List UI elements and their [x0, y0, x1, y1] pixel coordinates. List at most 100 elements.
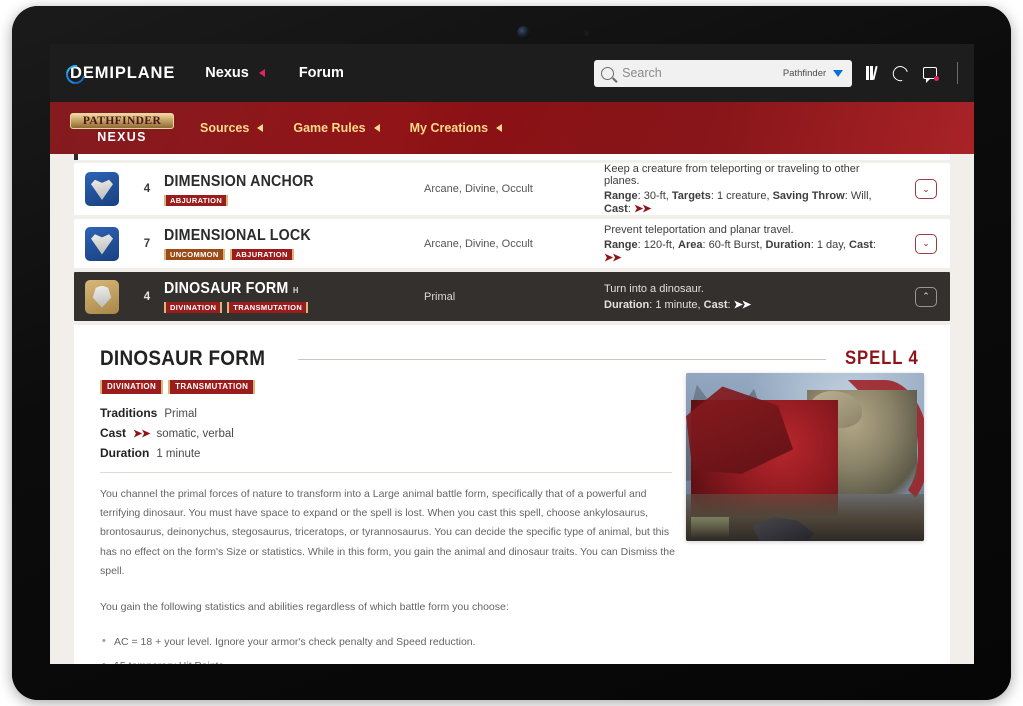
screen-viewport: DEMIPLANE Nexus Forum Search Pathfinder: [50, 44, 974, 664]
spell-level-label: SPELL 4: [845, 348, 919, 369]
spell-trait-badge: TRANSMUTATION: [227, 302, 309, 313]
spell-summary: Prevent teleportation and planar travel.…: [604, 219, 902, 268]
library-icon[interactable]: [866, 65, 879, 81]
spell-trait-badge: TRANSMUTATION: [168, 380, 256, 394]
spell-trait-badge: DIVINATION: [100, 380, 164, 394]
spell-traditions: Arcane, Divine, Occult: [424, 183, 533, 195]
summary-stats-line: Duration: 1 minute, Cast: ➤➤: [604, 298, 751, 311]
game-navigation-bar: PATHFINDER NEXUS Sources Game Rules My C…: [50, 102, 974, 154]
gamebar-item-game-rules-label: Game Rules: [293, 121, 366, 135]
desc-key: Duration: [604, 298, 650, 311]
spell-badges: ABJURATION: [164, 194, 424, 206]
stat-value: somatic, verbal: [156, 427, 234, 440]
chat-bubble-icon[interactable]: [923, 67, 939, 83]
desc-value: 1 minute,: [655, 298, 701, 311]
spell-detail-header: DINOSAUR FORM SPELL 4: [100, 347, 924, 371]
spell-summary: Turn into a dinosaur. Duration: 1 minute,…: [604, 272, 902, 321]
summary-stats-line: Range: 30-ft, Targets: 1 creature, Savin…: [604, 190, 872, 215]
nav-item-forum-label: Forum: [298, 65, 344, 81]
spell-name-cell: DIMENSION ANCHOR ABJURATION: [164, 163, 424, 215]
spell-statistics-list: AC = 18 + your level. Ignore your armor'…: [100, 632, 938, 664]
statistic-list-item: 15 temporary Hit Points.: [100, 656, 938, 664]
spell-description-body: You channel the primal forces of nature …: [100, 485, 675, 618]
front-camera-icon: [517, 26, 530, 39]
chevron-down-icon[interactable]: [833, 69, 844, 77]
spell-row[interactable]: 4 DIMENSION ANCHOR ABJURATION Arcane, Divin…: [74, 163, 950, 215]
spell-icon-cell: [74, 219, 130, 268]
caret-right-icon: [496, 124, 503, 132]
desc-value: 30-ft,: [643, 190, 669, 202]
desc-key: Duration: [765, 238, 811, 251]
nexus-logo-text: NEXUS: [97, 129, 147, 144]
search-input[interactable]: Search: [622, 66, 783, 80]
spell-badges: UNCOMMON ABJURATION: [164, 249, 424, 260]
desc-key: Cast: [703, 298, 728, 311]
loading-circle-icon[interactable]: [889, 63, 910, 83]
two-action-icon: ➤➤: [633, 203, 651, 215]
detail-divider: [100, 471, 672, 473]
spell-name-text: DIMENSION ANCHOR: [164, 172, 314, 190]
partial-row-above: [74, 154, 950, 160]
spell-name: DIMENSION ANCHOR: [164, 173, 403, 191]
two-action-icon: ➤➤: [604, 251, 621, 264]
demiplane-logo[interactable]: DEMIPLANE: [62, 60, 176, 88]
spell-row[interactable]: 4 DINOSAUR FORM H DIVINATION TRANSMUTATION Pr…: [74, 272, 950, 321]
gamebar-item-sources[interactable]: Sources: [200, 121, 264, 135]
stat-key: Duration: [100, 445, 150, 460]
spell-level: 4: [143, 290, 151, 303]
stat-key: Cast: [100, 425, 127, 440]
stat-value: Primal: [164, 407, 197, 420]
search-icon: [601, 66, 615, 80]
desc-value: 1 day,: [816, 238, 846, 251]
desc-value: 120-ft,: [643, 238, 675, 251]
two-action-icon: ➤➤: [733, 298, 751, 311]
spell-toggle-cell: ⌃: [902, 272, 950, 321]
demiplane-logo-text: DEMIPLANE: [70, 63, 176, 82]
spell-traditions: Primal: [424, 290, 456, 303]
nav-item-nexus-label: Nexus: [205, 65, 249, 81]
top-navigation-bar: DEMIPLANE Nexus Forum Search Pathfinder: [50, 44, 974, 102]
spell-trait-badge: UNCOMMON: [164, 249, 225, 260]
nav-divider: [957, 62, 958, 84]
pathfinder-logo-text: PATHFINDER: [70, 112, 174, 129]
pathfinder-nexus-logo[interactable]: PATHFINDER NEXUS: [70, 112, 174, 144]
spell-trait-badge: ABJURATION: [229, 249, 294, 260]
notification-badge: [934, 76, 939, 81]
desc-key: Area: [678, 238, 703, 251]
caret-right-icon: [373, 124, 380, 132]
desc-key: Cast: [604, 203, 628, 215]
stat-key: Traditions: [100, 405, 158, 420]
nav-item-nexus[interactable]: Nexus: [205, 65, 265, 81]
gold-shield-icon: [85, 279, 119, 314]
spell-detail-title: DINOSAUR FORM: [100, 347, 266, 370]
caret-right-icon: [258, 69, 265, 77]
stat-value: 1 minute: [156, 447, 201, 460]
spell-detail-panel: DINOSAUR FORM SPELL 4 DIVINATION TRANSMUT…: [74, 325, 950, 664]
desc-key: Range: [604, 190, 638, 202]
gamebar-item-sources-label: Sources: [200, 121, 250, 135]
collapse-button[interactable]: ⌃: [915, 286, 937, 307]
spell-toggle-cell: ⌄: [902, 219, 950, 268]
expand-button[interactable]: ⌄: [915, 179, 937, 199]
spell-toggle-cell: ⌄: [902, 163, 950, 215]
tablet-device-frame: DEMIPLANE Nexus Forum Search Pathfinder: [12, 6, 1011, 700]
spell-name-text: DINOSAUR FORM: [164, 280, 289, 297]
spell-name-superscript: H: [293, 286, 299, 295]
header-rule: [297, 358, 827, 360]
desc-key: Cast: [849, 238, 873, 251]
spell-row[interactable]: 7 DIMENSIONAL LOCK UNCOMMON ABJURATION Arcan…: [74, 219, 950, 268]
expand-button[interactable]: ⌄: [915, 233, 937, 254]
desc-key: Range: [604, 238, 638, 251]
spell-trait-badge: ABJURATION: [164, 194, 229, 206]
nav-item-forum[interactable]: Forum: [299, 65, 354, 81]
description-paragraph: You channel the primal forces of nature …: [100, 487, 675, 578]
spell-rows-container: 4 DIMENSION ANCHOR ABJURATION Arcane, Divin…: [74, 163, 950, 321]
artwork-grass: [690, 517, 729, 538]
search-box[interactable]: Search Pathfinder: [594, 59, 853, 87]
gamebar-item-game-rules[interactable]: Game Rules: [293, 121, 380, 135]
spell-name: DINOSAUR FORM H: [164, 280, 403, 298]
spell-level: 4: [143, 183, 151, 195]
spell-trait-badge: DIVINATION: [164, 302, 223, 313]
gamebar-item-my-creations[interactable]: My Creations: [410, 121, 503, 135]
spell-name-cell: DINOSAUR FORM H DIVINATION TRANSMUTATION: [164, 272, 424, 321]
